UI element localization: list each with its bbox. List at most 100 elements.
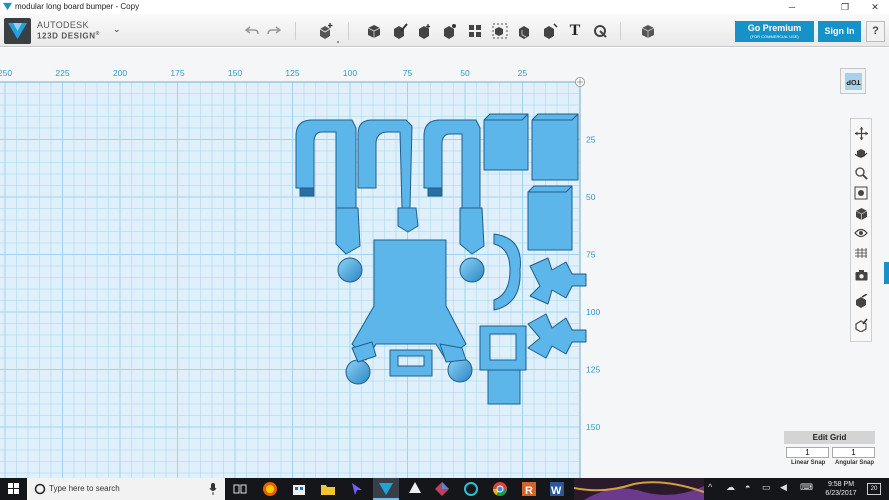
- material-view-icon[interactable]: [853, 293, 869, 309]
- grid-toggle-icon[interactable]: [853, 245, 869, 261]
- fit-icon[interactable]: [853, 185, 869, 201]
- gem-app-icon[interactable]: [434, 481, 450, 497]
- pan-icon[interactable]: [853, 125, 869, 141]
- sign-in-button[interactable]: Sign In: [818, 21, 861, 42]
- go-premium-sublabel: (FOR COMMERCIAL USE): [750, 34, 799, 39]
- clip-part: [493, 233, 521, 311]
- action-center-icon[interactable]: 20: [867, 483, 881, 495]
- zoom-icon[interactable]: [853, 165, 869, 181]
- go-premium-button[interactable]: Go Premium (FOR COMMERCIAL USE): [735, 21, 814, 42]
- tray-chevron-icon[interactable]: ^: [708, 482, 712, 492]
- modify-icon[interactable]: [440, 21, 460, 41]
- app-cursor-icon[interactable]: [349, 481, 365, 497]
- chrome-icon[interactable]: [492, 481, 508, 497]
- gear-part: [527, 313, 587, 359]
- chevron-down-icon[interactable]: ⌄: [113, 24, 121, 35]
- system-clock[interactable]: 9:58 PM 6/23/2017: [820, 480, 862, 498]
- inkscape-icon[interactable]: [407, 481, 423, 497]
- maximize-button[interactable]: ❐: [830, 0, 860, 14]
- body-plate: [351, 239, 467, 361]
- redo-icon[interactable]: [264, 21, 284, 41]
- toolbar-divider: [620, 22, 621, 40]
- microphone-icon[interactable]: [209, 483, 217, 495]
- add-primitive-icon[interactable]: [316, 21, 336, 41]
- toolbar-divider: [348, 22, 349, 40]
- cortana-icon: [34, 483, 46, 495]
- view-cube-icon[interactable]: [853, 205, 869, 221]
- ball-part: [345, 359, 371, 385]
- word-icon[interactable]: W: [549, 481, 565, 497]
- firefox-icon[interactable]: [262, 481, 278, 497]
- combine-icon[interactable]: [515, 21, 535, 41]
- dropdown-dot: [337, 41, 339, 43]
- taskbar-active-app[interactable]: [373, 478, 399, 500]
- hook-part: [357, 119, 413, 209]
- registered-mark: ®: [95, 31, 100, 37]
- r-app-icon[interactable]: R: [521, 481, 537, 497]
- side-panel-tab[interactable]: [884, 262, 889, 284]
- close-button[interactable]: ✕: [860, 0, 889, 14]
- bracket-part: [389, 349, 433, 377]
- desktop-wallpaper-strip: [574, 478, 704, 500]
- connector-part: [397, 207, 419, 233]
- toolbar-divider: [295, 22, 296, 40]
- visibility-icon[interactable]: [853, 225, 869, 241]
- navigation-bar: [850, 118, 872, 342]
- linear-snap-input[interactable]: 1: [786, 447, 829, 458]
- svg-text:W: W: [551, 485, 562, 497]
- angular-snap-input[interactable]: 1: [832, 447, 875, 458]
- construct-icon[interactable]: [415, 21, 435, 41]
- keyboard-icon[interactable]: ⌨: [800, 482, 813, 493]
- model-parts: [295, 113, 587, 405]
- gear-part: [529, 257, 587, 305]
- ball-part: [337, 257, 363, 283]
- edit-grid-button[interactable]: Edit Grid: [784, 431, 875, 444]
- task-view-icon[interactable]: [232, 481, 248, 497]
- title-bar: modular long board bumper - Copy ─ ❐ ✕: [0, 0, 889, 14]
- window-title: modular long board bumper - Copy: [15, 2, 140, 11]
- material-icon[interactable]: [638, 21, 658, 41]
- cube-part: [483, 113, 529, 171]
- snap-icon[interactable]: [590, 21, 610, 41]
- go-premium-label: Go Premium: [747, 23, 802, 33]
- volume-icon[interactable]: ◀: [780, 482, 787, 493]
- 123d-design-taskbar-icon: [379, 483, 393, 495]
- clock-time: 9:58 PM: [827, 481, 855, 488]
- app-menu-logo[interactable]: [4, 18, 31, 44]
- cube-part: [531, 113, 579, 181]
- edit-grid-panel: Edit Grid 1 1 Linear Snap Angular Snap: [784, 431, 876, 471]
- angular-snap-label: Angular Snap: [835, 460, 875, 466]
- store-icon[interactable]: [291, 481, 307, 497]
- orbit-icon[interactable]: [853, 145, 869, 161]
- text-tool-icon[interactable]: T: [565, 21, 585, 41]
- minimize-button[interactable]: ─: [777, 0, 807, 14]
- taskbar-search-box[interactable]: Type here to search: [27, 478, 225, 500]
- frame-part: [479, 325, 527, 371]
- battery-icon[interactable]: ▭: [762, 482, 771, 493]
- undo-icon[interactable]: [242, 21, 262, 41]
- sketch-icon[interactable]: [390, 21, 410, 41]
- cura-icon[interactable]: [463, 481, 479, 497]
- grouping-icon[interactable]: [490, 21, 510, 41]
- windows-start-icon[interactable]: [8, 483, 19, 494]
- brand-autodesk: AUTODESK: [37, 20, 89, 30]
- cube-part: [527, 185, 573, 251]
- measure-icon[interactable]: [540, 21, 560, 41]
- help-button[interactable]: ?: [866, 21, 885, 42]
- main-toolbar: AUTODESK 123D DESIGN® ⌄ T Go Premium (FO…: [0, 14, 889, 47]
- svg-text:R: R: [525, 485, 533, 497]
- brand-product: 123D DESIGN®: [37, 31, 100, 41]
- primitives-icon[interactable]: [364, 21, 384, 41]
- outline-view-icon[interactable]: [853, 317, 869, 333]
- view-cube[interactable]: TOP: [840, 68, 866, 94]
- file-explorer-icon[interactable]: [320, 481, 336, 497]
- view-cube-face[interactable]: TOP: [845, 73, 862, 90]
- pattern-icon[interactable]: [465, 21, 485, 41]
- 3d-viewport[interactable]: 250 225 200 175 150 125 100 75 50 25 25 50 75 100 125 1…: [0, 48, 889, 478]
- frame-part: [487, 369, 521, 405]
- tray-network-app-icon[interactable]: ☁: [726, 482, 735, 493]
- tray-app-icon[interactable]: ◓: [745, 482, 750, 492]
- camera-icon[interactable]: [853, 267, 869, 283]
- search-placeholder: Type here to search: [49, 484, 120, 493]
- ball-part: [459, 257, 485, 283]
